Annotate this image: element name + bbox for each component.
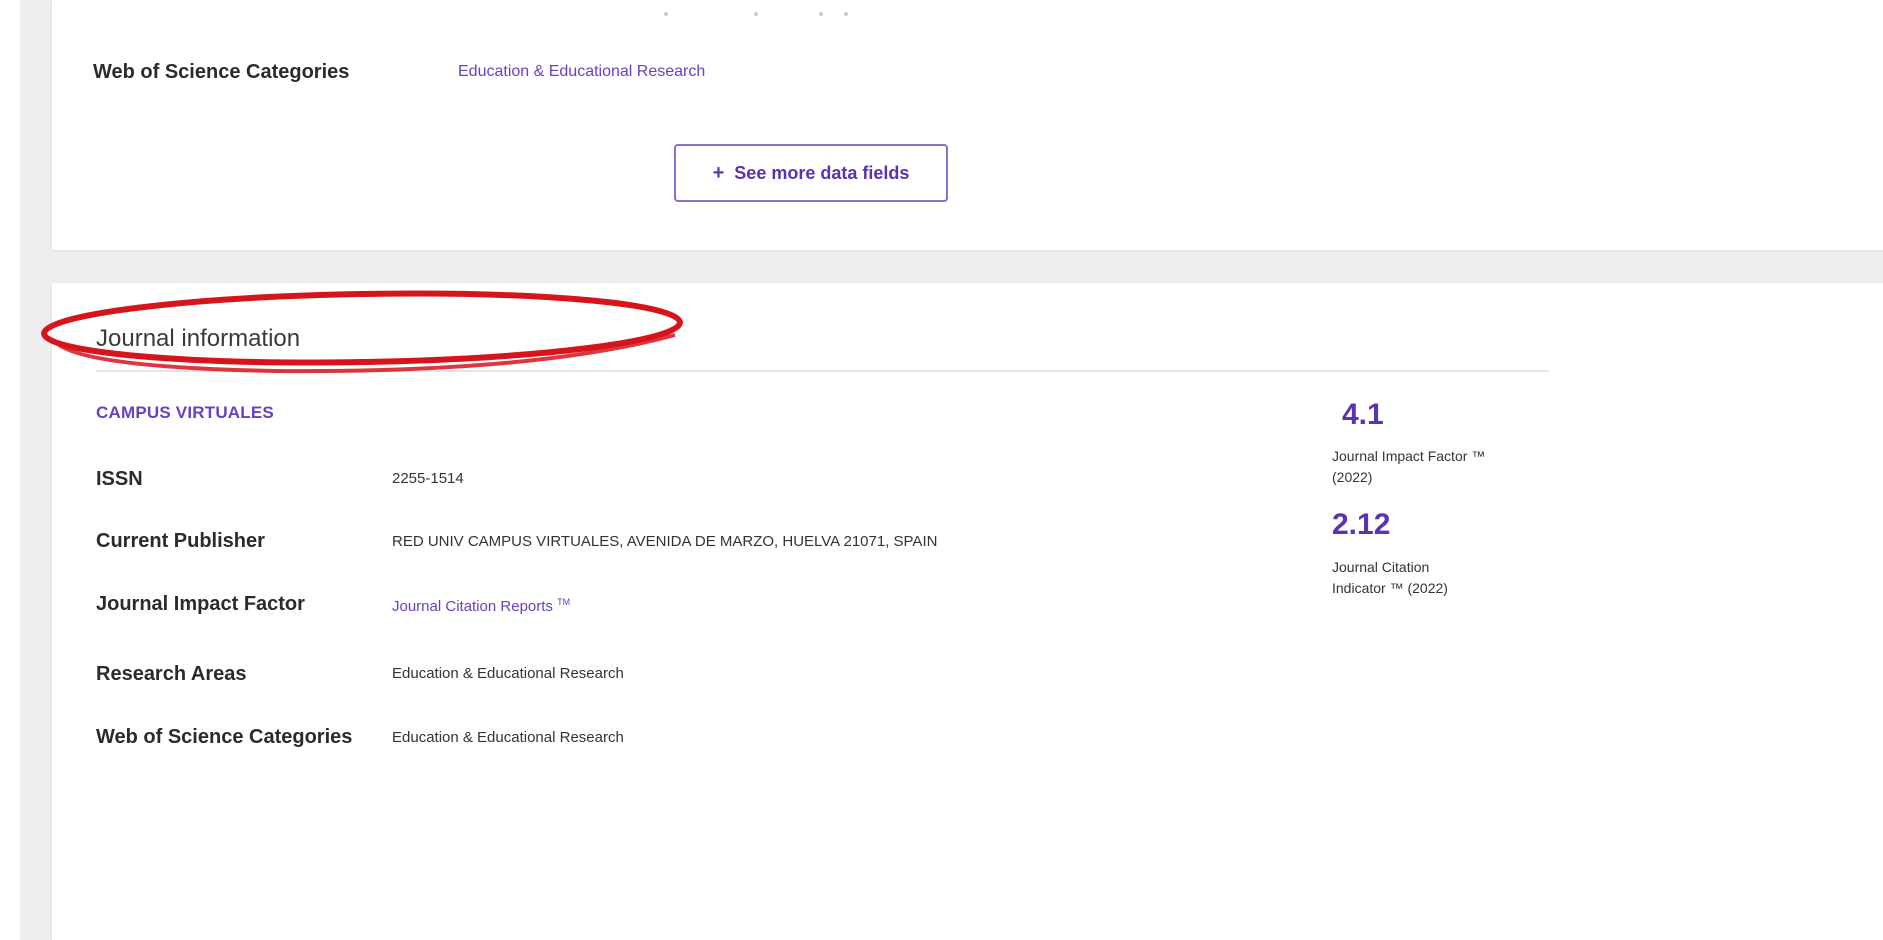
jcr-link[interactable]: Journal Citation Reports TM xyxy=(392,597,570,615)
jci-metric-label-line2: Indicator ™ (2022) xyxy=(1332,580,1448,596)
section-heading: Journal information xyxy=(96,325,301,352)
jcr-link-text: Journal Citation Reports xyxy=(392,598,553,615)
wos-categories-link[interactable]: Education & Educational Research xyxy=(458,63,705,81)
jif-metric-label-line1: Journal Impact Factor ™ xyxy=(1332,448,1486,464)
see-more-label: See more data fields xyxy=(734,162,910,183)
jci-metric-label: Journal Citation Indicator ™ (2022) xyxy=(1332,557,1562,599)
issn-value: 2255-1514 xyxy=(392,470,464,487)
trademark-mark: TM xyxy=(557,597,571,607)
wos-categories-label: Web of Science Categories xyxy=(93,61,350,83)
research-areas-value: Education & Educational Research xyxy=(392,665,624,682)
jif-label: Journal Impact Factor xyxy=(96,593,305,615)
see-more-data-fields-button[interactable]: + See more data fields xyxy=(674,144,948,202)
plus-icon: + xyxy=(712,162,725,184)
journal-name-link[interactable]: CAMPUS VIRTUALES xyxy=(96,403,274,423)
issn-label: ISSN xyxy=(96,468,143,490)
jif-metric-label: Journal Impact Factor ™ (2022) xyxy=(1332,446,1562,488)
wos-categories-value-2: Education & Educational Research xyxy=(392,729,624,746)
data-fields-card: Web of Science Categories Education & Ed… xyxy=(52,0,1883,250)
wos-categories-label-2: Web of Science Categories xyxy=(96,726,353,748)
publisher-value: RED UNIV CAMPUS VIRTUALES, AVENIDA DE MA… xyxy=(392,533,938,550)
jif-metric-label-line2: (2022) xyxy=(1332,469,1373,485)
research-areas-label: Research Areas xyxy=(96,663,247,685)
jif-metric-value: 4.1 xyxy=(1342,398,1384,431)
left-gutter xyxy=(0,0,20,940)
clipped-text-remnant xyxy=(514,6,934,20)
jci-metric-value: 2.12 xyxy=(1332,508,1391,541)
journal-information-card: Journal information CAMPUS VIRTUALES ISS… xyxy=(52,283,1883,940)
divider xyxy=(96,370,1549,372)
publisher-label: Current Publisher xyxy=(96,530,265,552)
jci-metric-label-line1: Journal Citation xyxy=(1332,559,1430,575)
